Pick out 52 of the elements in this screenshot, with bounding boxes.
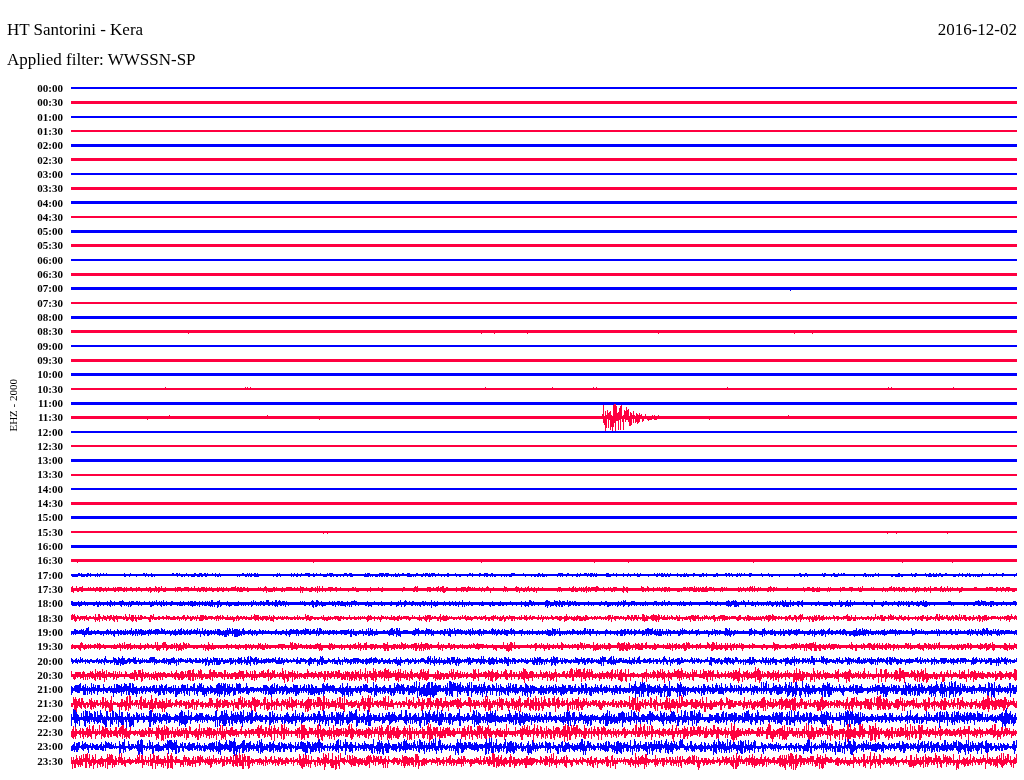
time-label: 03:30: [37, 181, 63, 196]
time-label: 07:00: [37, 281, 63, 296]
time-label: 05:30: [37, 238, 63, 253]
time-label: 12:00: [37, 424, 63, 439]
time-label: 04:00: [37, 195, 63, 210]
time-label: 06:30: [37, 267, 63, 282]
time-label: 00:30: [37, 95, 63, 110]
time-label: 11:00: [37, 395, 63, 411]
time-label: 20:00: [37, 653, 63, 668]
time-label: 18:30: [37, 610, 63, 625]
time-label: 08:00: [37, 310, 63, 325]
time-label: 19:00: [37, 624, 63, 640]
time-label: 21:00: [37, 682, 63, 697]
time-label: 11:30: [37, 410, 63, 425]
time-label: 01:00: [37, 109, 63, 124]
time-label: 12:30: [37, 438, 63, 454]
time-label: 01:30: [37, 123, 63, 139]
time-label: 10:00: [37, 367, 63, 382]
time-label: 15:30: [37, 524, 63, 539]
time-label: 02:30: [37, 152, 63, 167]
time-label: 22:00: [37, 710, 63, 726]
time-label: 09:30: [37, 352, 63, 368]
time-label: 19:30: [37, 639, 63, 654]
channel-label: EHZ - 2000: [7, 378, 19, 432]
time-label: 18:00: [37, 596, 63, 611]
time-label: 06:00: [37, 252, 63, 268]
time-label: 20:30: [37, 667, 63, 683]
time-label: 23:00: [37, 739, 63, 754]
time-label: 16:00: [37, 539, 63, 554]
filter-label: Applied filter: WWSSN-SP: [7, 50, 197, 70]
time-label: 15:00: [37, 510, 63, 525]
time-label: 17:30: [37, 581, 63, 597]
time-label: 02:00: [37, 138, 63, 153]
time-label: 07:30: [37, 295, 63, 310]
time-label: 16:30: [37, 553, 63, 568]
time-label: 03:00: [37, 166, 63, 182]
time-label: 22:30: [37, 725, 63, 740]
time-label: 21:30: [37, 696, 63, 711]
time-label: 10:30: [37, 381, 63, 396]
time-label: 13:00: [37, 453, 63, 468]
time-label: 04:30: [37, 209, 63, 225]
time-label: 23:30: [37, 753, 63, 768]
time-label: 17:00: [37, 567, 63, 582]
time-label: 08:30: [37, 324, 63, 339]
time-label: 09:00: [37, 338, 63, 353]
time-label: 05:00: [37, 224, 63, 239]
record-date: 2016-12-02: [937, 20, 1017, 40]
time-label: 13:30: [37, 467, 63, 482]
time-label: 14:30: [37, 496, 63, 511]
station-title: HT Santorini - Kera: [7, 20, 144, 40]
time-label: 00:00: [37, 81, 63, 96]
time-label: 14:00: [37, 481, 63, 497]
